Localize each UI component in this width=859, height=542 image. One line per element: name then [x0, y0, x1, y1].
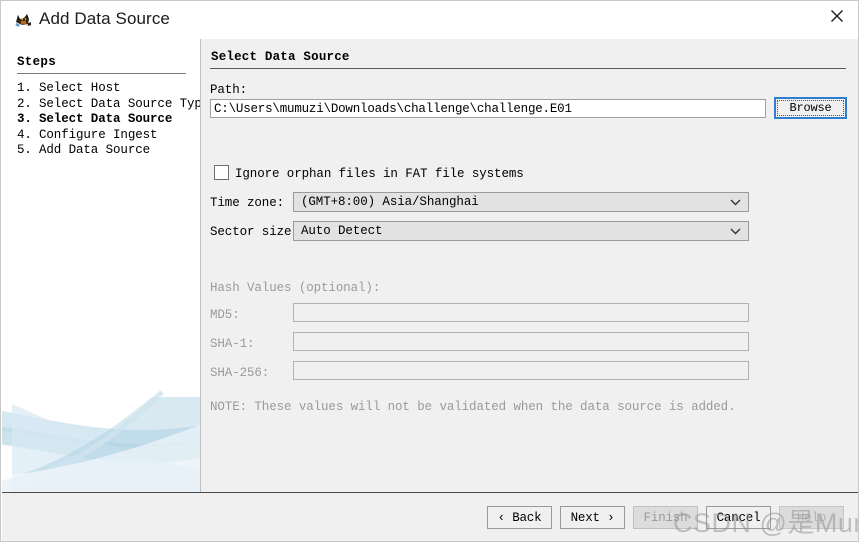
sector-size-dropdown[interactable]: Auto Detect [293, 221, 749, 241]
step-label: Select Data Source Type [39, 96, 201, 111]
back-button[interactable]: ‹ Back [487, 506, 552, 529]
path-label: Path: [210, 83, 248, 97]
step-number: 2. [17, 96, 32, 111]
step-number: 4. [17, 127, 32, 142]
path-input[interactable] [210, 99, 766, 118]
step-number: 1. [17, 81, 32, 95]
time-zone-dropdown[interactable]: (GMT+8:00) Asia/Shanghai [293, 192, 749, 212]
page-title-divider [210, 68, 846, 69]
help-button[interactable]: Help [779, 506, 844, 529]
step-number: 3. [17, 112, 32, 126]
steps-heading: Steps [17, 55, 57, 69]
step-item-2: 2. Select Data Source Type [17, 96, 200, 113]
finish-button: Finish [633, 506, 698, 529]
steps-divider [17, 73, 186, 74]
autopsy-dog-icon [13, 10, 33, 30]
step-number: 5. [17, 143, 32, 157]
time-zone-label: Time zone: [210, 196, 285, 210]
next-button[interactable]: Next › [560, 506, 625, 529]
cancel-button[interactable]: Cancel [706, 506, 771, 529]
select-data-source-panel: Select Data Source Path: Browse Ignore o… [201, 39, 858, 492]
step-item-3-current: 3. Select Data Source [17, 112, 197, 128]
step-item-4: 4. Configure Ingest [17, 128, 197, 144]
time-zone-value: (GMT+8:00) Asia/Shanghai [301, 195, 479, 209]
md5-label: MD5: [210, 308, 240, 322]
step-item-1: 1. Select Host [17, 81, 197, 97]
step-label: Configure Ingest [39, 127, 158, 142]
hash-values-heading: Hash Values (optional): [210, 281, 381, 295]
sha256-label: SHA-256: [210, 366, 270, 380]
step-label: Add Data Source [39, 143, 151, 157]
chevron-down-icon [730, 222, 741, 240]
hash-note-text: NOTE: These values will not be validated… [210, 400, 736, 414]
sha1-label: SHA-1: [210, 337, 255, 351]
steps-list: 1. Select Host 2. Select Data Source Typ… [17, 81, 200, 159]
step-label: Select Data Source [39, 112, 173, 126]
page-title: Select Data Source [211, 50, 350, 64]
add-data-source-dialog: Add Data Source Steps 1. Select Host 2. … [0, 0, 859, 542]
ignore-orphan-files-label: Ignore orphan files in FAT file systems [235, 167, 524, 181]
close-icon[interactable] [814, 1, 858, 31]
md5-input[interactable] [293, 303, 749, 322]
chevron-down-icon [730, 193, 741, 211]
sha1-input[interactable] [293, 332, 749, 351]
sector-size-label: Sector size: [210, 225, 299, 239]
sector-size-value: Auto Detect [301, 224, 383, 238]
browse-button-label: Browse [777, 100, 844, 116]
step-label: Select Host [39, 81, 121, 95]
title-bar: Add Data Source [1, 1, 858, 39]
step-item-5: 5. Add Data Source [17, 143, 197, 159]
browse-button[interactable]: Browse [774, 97, 847, 119]
decorative-swoosh-graphic [2, 390, 200, 492]
sha256-input[interactable] [293, 361, 749, 380]
window-title: Add Data Source [39, 9, 170, 28]
steps-panel: Steps 1. Select Host 2. Select Data Sour… [2, 39, 201, 492]
ignore-orphan-files-checkbox[interactable] [214, 165, 229, 180]
dialog-footer: ‹ Back Next › Finish Cancel Help [2, 492, 858, 541]
